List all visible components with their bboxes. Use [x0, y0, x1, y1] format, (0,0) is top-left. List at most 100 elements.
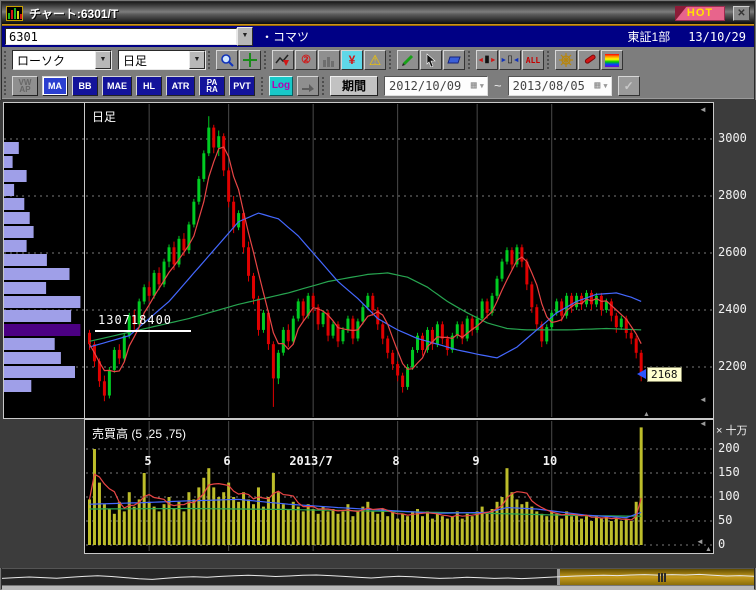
- stock-code-input[interactable]: [5, 28, 237, 45]
- hot-flag-icon: [675, 6, 687, 21]
- zoom-button[interactable]: [216, 50, 238, 70]
- close-button[interactable]: ✕: [733, 6, 750, 21]
- chart-type-dropdown-icon[interactable]: ▼: [95, 51, 111, 69]
- indicator-ma-button[interactable]: MA: [42, 76, 68, 96]
- volume-profile-pane: [4, 103, 84, 418]
- color-palette-button[interactable]: [601, 50, 623, 70]
- volume-axis-unit: × 十万: [716, 422, 747, 438]
- date-from-dropdown-icon[interactable]: ▼: [477, 82, 487, 90]
- pane-divider-handle-icon: ▲: [643, 411, 650, 419]
- histogram-button-disabled[interactable]: [318, 50, 340, 70]
- log-scale-button[interactable]: Log: [269, 76, 293, 96]
- stock-name-label: ・コマツ: [261, 28, 309, 45]
- date-to-input[interactable]: 2013/08/05 ▦ ▼: [508, 76, 612, 96]
- title-bar[interactable]: チャート:6301/T HOT ✕: [2, 2, 754, 24]
- circled-2-button[interactable]: ②: [295, 50, 317, 70]
- indicator-mae-button[interactable]: MAE: [102, 76, 132, 96]
- web-link-button[interactable]: [555, 50, 577, 70]
- circled-2-icon: ②: [301, 55, 311, 66]
- x-tick-may: 5: [144, 454, 151, 468]
- narrow-bars-button[interactable]: ► ▯ ◄: [499, 50, 521, 70]
- timeframe-dropdown-icon[interactable]: ▼: [189, 51, 205, 69]
- price-tick-2600: 2600: [718, 245, 747, 259]
- toolbar-grip-icon: [322, 77, 327, 95]
- toolbar-grip-icon: [208, 51, 213, 69]
- chart-region: 日足 売買高 (5 ,25 ,75) 3000 2800 2600 2400 2…: [0, 100, 756, 568]
- toolbar-indicators: VW AP MA BB MAE HL ATR PA RA PVT Log 期間 …: [2, 73, 754, 99]
- last-price-tag: 2168: [647, 367, 682, 382]
- toolbar-main: ローソク ▼ 日足 ▼ ②: [2, 47, 754, 73]
- toolbar-grip-icon: [261, 77, 266, 95]
- grid-settings-button[interactable]: [239, 50, 261, 70]
- annotation-underline: [95, 330, 191, 332]
- chart-window: チャート:6301/T HOT ✕ ▼ ・コマツ 東証1部 13/10/29 ロ…: [0, 0, 756, 590]
- indicator-pvt-button[interactable]: PVT: [229, 76, 255, 96]
- volume-pane-label: 売買高 (5 ,25 ,75): [92, 425, 186, 442]
- indicator-add-button[interactable]: [272, 50, 294, 70]
- toolbar-grip-icon: [547, 51, 552, 69]
- hot-button[interactable]: HOT: [675, 6, 725, 21]
- vol-tick-0: 0: [718, 537, 725, 551]
- indicator-bb-button[interactable]: BB: [72, 76, 98, 96]
- all-label: ALL: [526, 56, 540, 65]
- indicator-para-button[interactable]: PA RA: [199, 76, 225, 96]
- x-tick-jul: 2013/7: [289, 454, 332, 468]
- axis-marker-icon: ◄: [696, 538, 704, 546]
- range-navigator[interactable]: [2, 568, 754, 585]
- histogram-icon: [322, 54, 336, 67]
- axis-marker-icon: ◄: [699, 106, 707, 114]
- market-label: 東証1部: [628, 28, 671, 45]
- pencil-icon: [401, 53, 415, 67]
- indicator-hl-button[interactable]: HL: [136, 76, 162, 96]
- date-from-value: 2012/10/09: [389, 79, 461, 93]
- price-tick-2200: 2200: [718, 359, 747, 373]
- toolbar-grip-icon: [4, 51, 9, 69]
- eraser-icon: [447, 54, 462, 66]
- grid-icon: [243, 53, 257, 67]
- eraser-button[interactable]: [443, 50, 465, 70]
- alert-button[interactable]: ⚠: [364, 50, 386, 70]
- date-to-value: 2013/08/05: [513, 79, 585, 93]
- x-tick-oct: 10: [543, 454, 557, 468]
- arrow-left-icon: ◄: [513, 57, 520, 64]
- widen-bars-button[interactable]: ◄ ▮ ►: [476, 50, 498, 70]
- yen-scale-button[interactable]: ¥: [341, 50, 363, 70]
- vol-tick-150: 150: [718, 465, 740, 479]
- indicator-vwap-button[interactable]: VW AP: [12, 76, 38, 96]
- toolbar-grip-icon: [4, 77, 9, 95]
- jump-button-disabled[interactable]: [297, 76, 319, 96]
- x-tick-sep: 9: [472, 454, 479, 468]
- hot-label: HOT: [687, 7, 713, 19]
- vol-tick-100: 100: [718, 489, 740, 503]
- timeframe-combo[interactable]: 日足 ▼: [118, 50, 206, 70]
- x-tick-jun: 6: [223, 454, 230, 468]
- date-from-input[interactable]: 2012/10/09 ▦ ▼: [384, 76, 488, 96]
- code-bar: ▼ ・コマツ 東証1部 13/10/29: [2, 26, 754, 47]
- price-chart-pane[interactable]: [85, 103, 713, 418]
- show-all-button[interactable]: ALL: [522, 50, 544, 70]
- timeframe-pane-label: 日足: [92, 108, 116, 125]
- period-button[interactable]: 期間: [330, 76, 378, 96]
- web-icon: [559, 53, 573, 67]
- stock-code-dropdown-button[interactable]: ▼: [237, 27, 253, 46]
- price-tick-2400: 2400: [718, 302, 747, 316]
- crayon-icon: [582, 53, 596, 67]
- bottom-scrollbar[interactable]: [2, 585, 754, 590]
- indicator-atr-button[interactable]: ATR: [166, 76, 195, 96]
- quote-date-label: 13/10/29: [688, 30, 746, 44]
- arrow-left-icon: ◄: [477, 57, 484, 64]
- chart-type-combo[interactable]: ローソク ▼: [12, 50, 112, 70]
- vol-tick-200: 200: [718, 441, 740, 455]
- x-tick-aug: 8: [392, 454, 399, 468]
- search-icon: [220, 53, 234, 67]
- app-chart-icon: [6, 6, 23, 21]
- toolbar-grip-icon: [468, 51, 473, 69]
- arrow-right-icon: ►: [500, 57, 507, 64]
- date-to-dropdown-icon[interactable]: ▼: [600, 82, 610, 90]
- draw-pencil-button[interactable]: [397, 50, 419, 70]
- crayon-button[interactable]: [578, 50, 600, 70]
- axis-marker-icon: ◄: [699, 420, 707, 428]
- apply-period-button[interactable]: ✓: [618, 76, 640, 96]
- toolbar-grip-icon: [389, 51, 394, 69]
- select-cursor-button[interactable]: [420, 50, 442, 70]
